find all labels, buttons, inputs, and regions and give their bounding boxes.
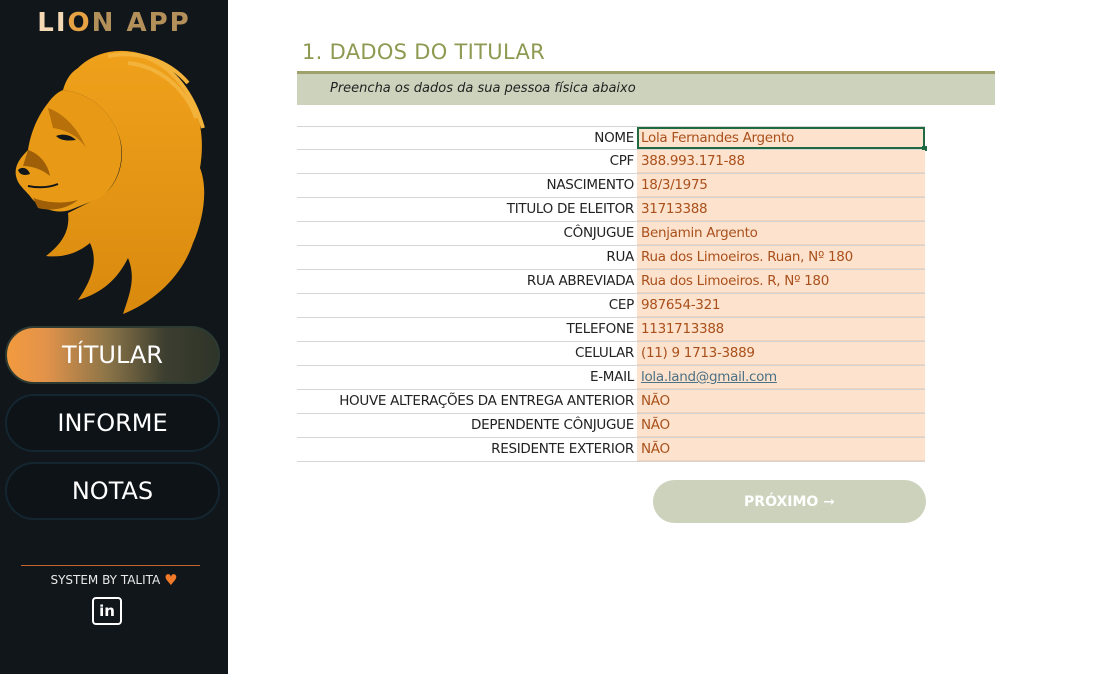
field-label-nome: NOME — [594, 130, 634, 146]
page-title: 1. DADOS DO TITULAR — [302, 40, 546, 64]
form-row: HOUVE ALTERAÇÕES DA ENTREGA ANTERIOR NÃO — [297, 390, 925, 414]
field-value-titulo-eleitor[interactable]: 31713388 — [637, 198, 925, 221]
app-title: LION APP — [0, 8, 228, 38]
sidebar: LION APP TÍTULAR INFORME NOTAS SYSTEM BY… — [0, 0, 228, 674]
field-value-conjugue[interactable]: Benjamin Argento — [637, 222, 925, 245]
field-label-nascimento: NASCIMENTO — [546, 177, 635, 193]
footer-divider — [21, 565, 200, 566]
field-label-email: E-MAIL — [590, 369, 634, 385]
nav-notas-button[interactable]: NOTAS — [5, 462, 220, 520]
form-row: CEP 987654-321 — [297, 294, 925, 318]
field-label-conjugue: CÔNJUGUE — [563, 225, 635, 241]
field-label-cpf: CPF — [609, 153, 635, 169]
next-button[interactable]: PRÓXIMO ➞ — [653, 480, 926, 523]
heart-icon: ♥ — [164, 571, 178, 589]
field-value-nome[interactable]: Lola Fernandes Argento — [637, 127, 927, 151]
subtitle-bar: Preencha os dados da sua pessoa física a… — [297, 74, 995, 105]
field-value-rua[interactable]: Rua dos Limoeiros. Ruan, Nº 180 — [637, 246, 925, 269]
form-row: TITULO DE ELEITOR 31713388 — [297, 198, 925, 222]
form-row: CÔNJUGUE Benjamin Argento — [297, 222, 925, 246]
field-value-email-link[interactable]: lola.land@gmail.com — [637, 366, 925, 389]
app-title-part3: N APP — [91, 8, 191, 38]
field-value-telefone[interactable]: 1131713388 — [637, 318, 925, 341]
form-row: CELULAR (11) 9 1713-3889 — [297, 342, 925, 366]
form-row: E-MAIL lola.land@gmail.com — [297, 366, 925, 390]
form-row: NOME Lola Fernandes Argento — [297, 126, 927, 151]
form-row: RESIDENTE EXTERIOR NÃO — [297, 438, 925, 462]
footer-credit-text: SYSTEM BY TALITA — [50, 573, 161, 587]
form-row: RUA ABREVIADA Rua dos Limoeiros. R, Nº 1… — [297, 270, 925, 294]
field-label-titulo-eleitor: TITULO DE ELEITOR — [506, 201, 635, 217]
form-row: DEPENDENTE CÔNJUGUE NÃO — [297, 414, 925, 438]
app-title-part1: LI — [37, 8, 68, 38]
field-value-residente-exterior[interactable]: NÃO — [637, 438, 925, 461]
field-value-alteracoes[interactable]: NÃO — [637, 390, 925, 413]
field-label-celular: CELULAR — [574, 345, 634, 361]
holder-form: NOME Lola Fernandes Argento CPF 388.993.… — [297, 126, 927, 462]
nav-informe-button[interactable]: INFORME — [5, 394, 220, 452]
lion-logo — [15, 50, 205, 315]
form-row: TELEFONE 1131713388 — [297, 318, 925, 342]
field-value-nascimento[interactable]: 18/3/1975 — [637, 174, 925, 197]
field-value-celular[interactable]: (11) 9 1713-3889 — [637, 342, 925, 365]
field-label-residente-exterior: RESIDENTE EXTERIOR — [491, 441, 634, 457]
form-row: NASCIMENTO 18/3/1975 — [297, 174, 925, 198]
nav-titular-button[interactable]: TÍTULAR — [5, 326, 220, 384]
form-row: CPF 388.993.171-88 — [297, 150, 925, 174]
field-value-cpf[interactable]: 388.993.171-88 — [637, 150, 925, 173]
subtitle-text: Preencha os dados da sua pessoa física a… — [330, 81, 636, 96]
field-label-rua: RUA — [606, 249, 634, 265]
field-value-dependente-conjugue[interactable]: NÃO — [637, 414, 925, 437]
field-label-rua-abreviada: RUA ABREVIADA — [526, 273, 634, 289]
field-label-telefone: TELEFONE — [566, 321, 635, 337]
field-label-dependente-conjugue: DEPENDENTE CÔNJUGUE — [471, 417, 634, 433]
linkedin-icon[interactable]: in — [92, 597, 122, 625]
field-value-rua-abreviada[interactable]: Rua dos Limoeiros. R, Nº 180 — [637, 270, 925, 293]
footer-credit: SYSTEM BY TALITA ♥ — [0, 571, 228, 589]
field-label-cep: CEP — [608, 297, 635, 313]
field-label-alteracoes: HOUVE ALTERAÇÕES DA ENTREGA ANTERIOR — [339, 393, 634, 409]
form-row: RUA Rua dos Limoeiros. Ruan, Nº 180 — [297, 246, 925, 270]
field-value-cep[interactable]: 987654-321 — [637, 294, 925, 317]
app-title-part2: O — [67, 8, 92, 38]
